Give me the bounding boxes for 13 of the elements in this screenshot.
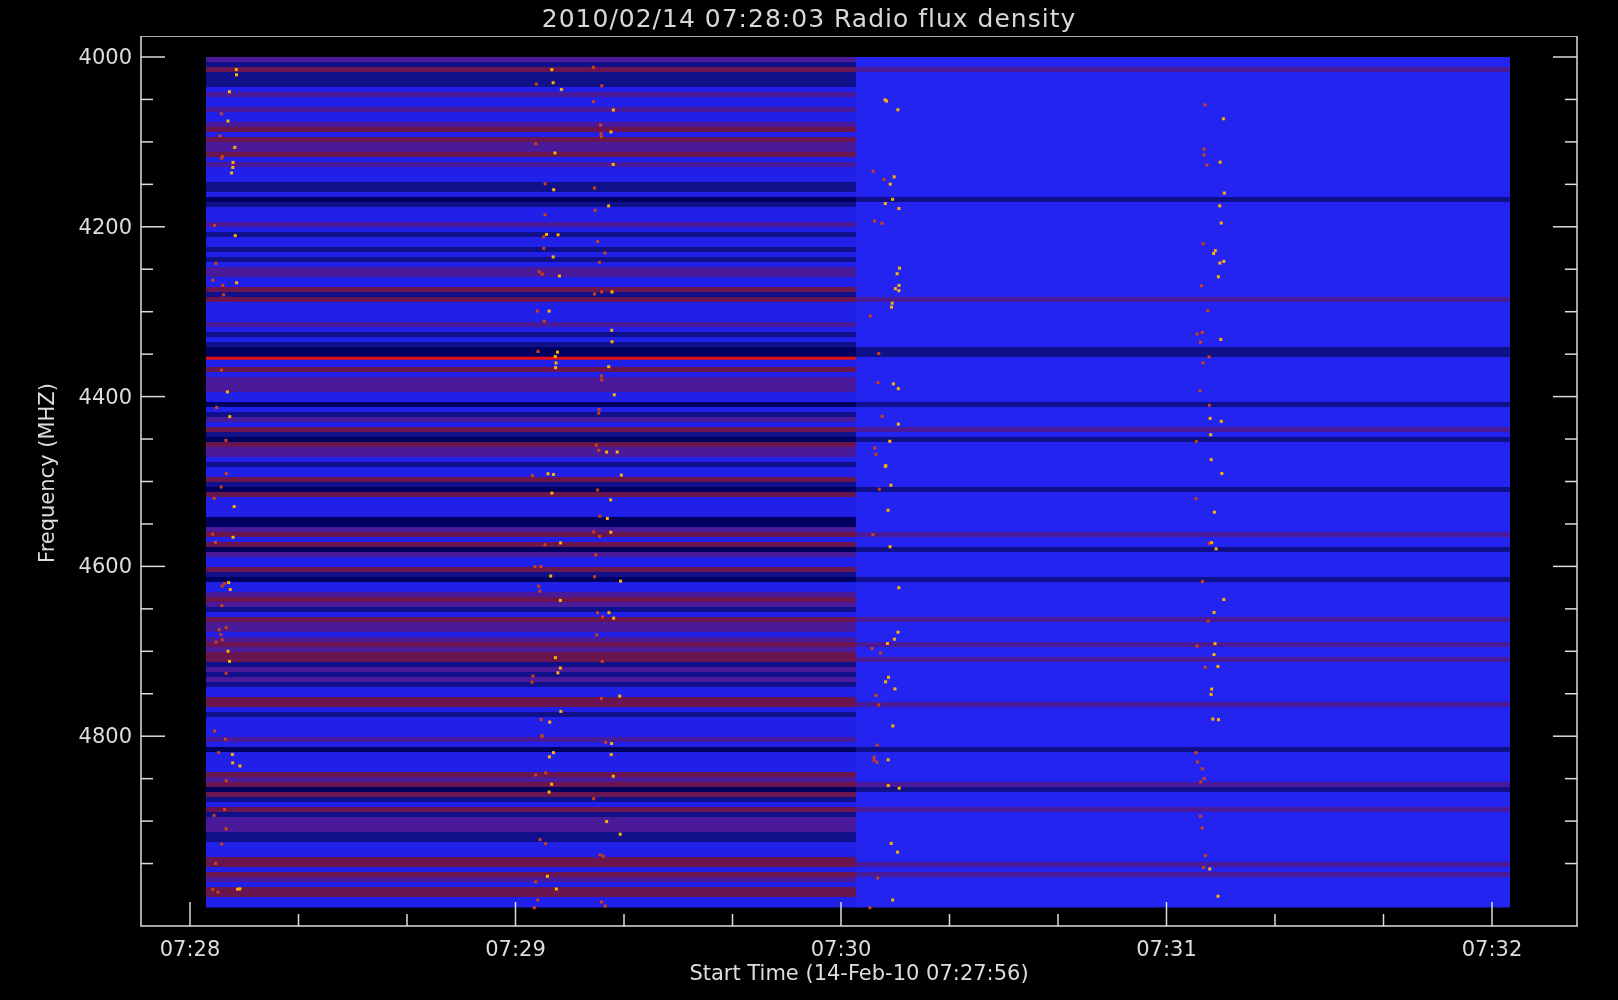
plot-title: 2010/02/14 07:28:03 Radio flux density <box>540 2 1078 35</box>
y-tick-label: 4000 <box>78 45 132 69</box>
x-tick-label: 07:32 <box>1461 937 1523 961</box>
x-tick-label: 07:28 <box>159 937 221 961</box>
x-tick-label: 07:29 <box>485 937 546 961</box>
y-tick-label: 4200 <box>78 214 132 239</box>
y-tick-label: 4800 <box>78 724 132 749</box>
y-tick-label: 4600 <box>78 554 132 579</box>
y-axis-title: Frequency (MHZ) <box>35 383 59 563</box>
x-tick-label: 07:31 <box>1136 937 1197 961</box>
x-tick-label: 07:30 <box>810 937 872 961</box>
y-tick-label: 4400 <box>78 384 132 409</box>
x-axis-title: Start Time (14-Feb-10 07:27:56) <box>689 961 1029 985</box>
